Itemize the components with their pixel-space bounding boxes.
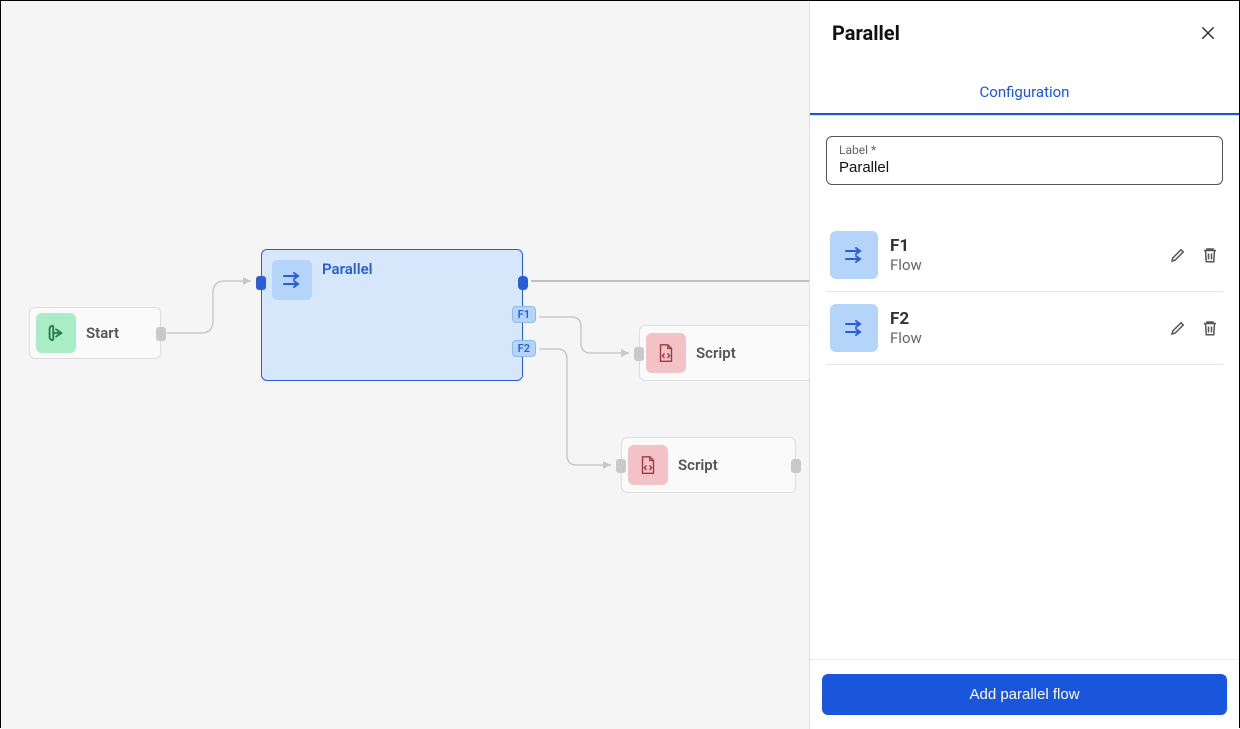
close-icon[interactable]: [1199, 24, 1217, 42]
node-start-label: Start: [86, 324, 119, 342]
node-script-2[interactable]: Script: [621, 437, 796, 493]
panel-body: Label * F1 Flow: [810, 116, 1239, 659]
flow-actions: [1169, 319, 1219, 337]
panel-title: Parallel: [832, 21, 900, 45]
tab-row: Configuration: [810, 71, 1239, 116]
node-start[interactable]: Start: [29, 307, 161, 359]
port-in-script1[interactable]: [634, 347, 644, 361]
flow-item-f1[interactable]: F1 Flow: [826, 219, 1223, 292]
label-field-label: Label *: [839, 143, 1210, 157]
port-in-parallel[interactable]: [256, 276, 266, 290]
panel-header: Parallel: [810, 1, 1239, 57]
node-script-1[interactable]: Script: [639, 325, 814, 381]
workflow-canvas[interactable]: Start Parallel F1 F2 Script: [1, 1, 811, 729]
flow-item-f2[interactable]: F2 Flow: [826, 292, 1223, 365]
port-label-f1[interactable]: F1: [512, 306, 536, 323]
start-icon: [36, 313, 76, 353]
panel-footer: Add parallel flow: [810, 659, 1239, 729]
flow-name: F1: [890, 236, 1157, 256]
script-icon: [628, 445, 668, 485]
edit-icon[interactable]: [1169, 246, 1187, 264]
node-parallel-label: Parallel: [322, 260, 373, 278]
flow-subtitle: Flow: [890, 256, 1157, 274]
flow-name: F2: [890, 309, 1157, 329]
flow-subtitle: Flow: [890, 329, 1157, 347]
flow-actions: [1169, 246, 1219, 264]
port-out-parallel[interactable]: [518, 276, 528, 290]
edit-icon[interactable]: [1169, 319, 1187, 337]
tab-configuration[interactable]: Configuration: [810, 71, 1239, 115]
port-in-script2[interactable]: [616, 459, 626, 473]
node-script-2-label: Script: [678, 456, 718, 474]
flow-text: F2 Flow: [890, 309, 1157, 347]
node-parallel[interactable]: Parallel F1 F2: [261, 249, 523, 381]
parallel-icon: [272, 260, 312, 300]
node-script-1-label: Script: [696, 344, 736, 362]
port-out-start[interactable]: [156, 327, 166, 341]
label-input[interactable]: [839, 159, 1210, 176]
port-out-script2[interactable]: [791, 459, 801, 473]
flow-icon: [830, 231, 878, 279]
script-icon: [646, 333, 686, 373]
delete-icon[interactable]: [1201, 319, 1219, 337]
flow-icon: [830, 304, 878, 352]
port-label-f2[interactable]: F2: [512, 340, 536, 357]
flow-text: F1 Flow: [890, 236, 1157, 274]
delete-icon[interactable]: [1201, 246, 1219, 264]
label-input-wrap[interactable]: Label *: [826, 136, 1223, 185]
config-sidepanel: Parallel Configuration Label * F1 Flow: [809, 1, 1239, 729]
add-parallel-flow-button[interactable]: Add parallel flow: [822, 674, 1227, 715]
